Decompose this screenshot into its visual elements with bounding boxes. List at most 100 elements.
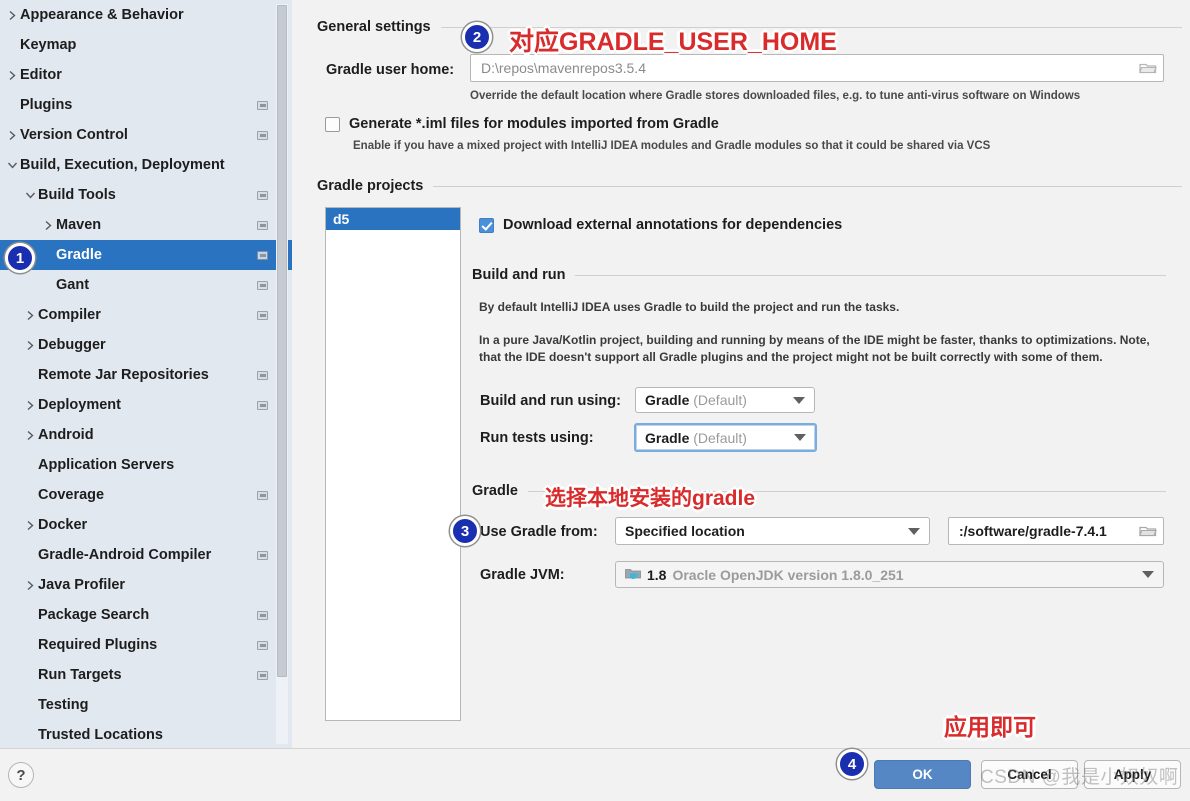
chevron-right-icon[interactable] [40, 220, 56, 231]
sidebar-item-label: Application Servers [38, 457, 292, 473]
sidebar-scrollbar-thumb[interactable] [277, 5, 287, 677]
settings-sync-icon [257, 641, 268, 650]
chevron-right-icon[interactable] [4, 130, 20, 141]
sidebar-item-required-plugins[interactable]: Required Plugins [0, 630, 292, 660]
sidebar-item-label: Deployment [38, 397, 292, 413]
generate-iml-label: Generate *.iml files for modules importe… [349, 116, 719, 132]
sidebar-item-plugins[interactable]: Plugins [0, 90, 292, 120]
annotation-marker-3: 3 [450, 516, 480, 546]
download-annotations-label: Download external annotations for depend… [503, 217, 842, 233]
settings-sync-icon [257, 191, 268, 200]
project-name: d5 [333, 211, 349, 227]
sidebar-item-version-control[interactable]: Version Control [0, 120, 292, 150]
chevron-right-icon[interactable] [22, 310, 38, 321]
generate-iml-checkbox-row[interactable]: Generate *.iml files for modules importe… [325, 116, 719, 132]
settings-sync-icon [257, 401, 268, 410]
sidebar-item-application-servers[interactable]: Application Servers [0, 450, 292, 480]
sidebar-item-gradle-android-compiler[interactable]: Gradle-Android Compiler [0, 540, 292, 570]
gradle-user-home-input[interactable]: D:\repos\mavenrepos3.5.4 [470, 54, 1164, 82]
folder-icon[interactable] [1139, 524, 1157, 538]
chevron-down-icon[interactable] [908, 528, 920, 535]
settings-sync-icon [257, 101, 268, 110]
section-divider [575, 275, 1166, 276]
chevron-down-icon[interactable] [4, 161, 20, 170]
sidebar-item-trusted-locations[interactable]: Trusted Locations [0, 720, 292, 748]
chevron-down-icon[interactable] [22, 191, 38, 200]
sidebar-item-editor[interactable]: Editor [0, 60, 292, 90]
settings-main-panel: General settings Gradle user home: D:\re… [292, 0, 1190, 748]
chevron-right-icon[interactable] [22, 520, 38, 531]
generate-iml-hint: Enable if you have a mixed project with … [353, 140, 990, 152]
use-gradle-from-dropdown[interactable]: Specified location [615, 517, 930, 545]
gradle-home-path-input[interactable]: :/software/gradle-7.4.1 [948, 517, 1164, 545]
settings-sync-icon [257, 281, 268, 290]
annotation-note-apply: 应用即可 [944, 708, 1036, 742]
sidebar-item-remote-jar-repositories[interactable]: Remote Jar Repositories [0, 360, 292, 390]
general-settings-title: General settings [317, 19, 431, 35]
folder-icon[interactable] [1139, 61, 1157, 75]
sidebar-item-gant[interactable]: Gant [0, 270, 292, 300]
chevron-right-icon[interactable] [22, 430, 38, 441]
annotation-note-use-gradle-from: 选择本地安装的gradle [545, 482, 755, 512]
download-annotations-checkbox[interactable] [479, 218, 494, 233]
ok-button[interactable]: OK [874, 760, 971, 789]
sidebar-item-label: Build, Execution, Deployment [20, 157, 292, 173]
section-divider [433, 186, 1182, 187]
sidebar-item-label: Remote Jar Repositories [38, 367, 292, 383]
chevron-down-icon[interactable] [793, 397, 805, 404]
settings-sync-icon [257, 131, 268, 140]
sidebar-item-run-targets[interactable]: Run Targets [0, 660, 292, 690]
sidebar-item-compiler[interactable]: Compiler [0, 300, 292, 330]
settings-sync-icon [257, 311, 268, 320]
sidebar-item-label: Coverage [38, 487, 292, 503]
sidebar-item-maven[interactable]: Maven [0, 210, 292, 240]
sidebar-item-build-execution-deployment[interactable]: Build, Execution, Deployment [0, 150, 292, 180]
run-tests-dropdown[interactable]: Gradle (Default) [634, 423, 817, 452]
sidebar-item-label: Java Profiler [38, 577, 292, 593]
sidebar-item-build-tools[interactable]: Build Tools [0, 180, 292, 210]
sidebar-item-testing[interactable]: Testing [0, 690, 292, 720]
gradle-home-path-value: :/software/gradle-7.4.1 [959, 523, 1139, 539]
sidebar-item-debugger[interactable]: Debugger [0, 330, 292, 360]
build-and-run-header: Build and run [472, 267, 1166, 283]
sidebar-item-gradle[interactable]: Gradle [0, 240, 292, 270]
sidebar-item-java-profiler[interactable]: Java Profiler [0, 570, 292, 600]
sidebar-item-android[interactable]: Android [0, 420, 292, 450]
chevron-right-icon[interactable] [22, 340, 38, 351]
sidebar-item-label: Run Targets [38, 667, 292, 683]
download-annotations-row[interactable]: Download external annotations for depend… [479, 217, 842, 233]
sidebar-item-coverage[interactable]: Coverage [0, 480, 292, 510]
sidebar-item-label: Compiler [38, 307, 292, 323]
use-gradle-from-label: Use Gradle from: [480, 524, 598, 540]
chevron-right-icon[interactable] [4, 10, 20, 21]
run-tests-value: Gradle (Default) [645, 430, 794, 446]
sidebar-item-label: Testing [38, 697, 292, 713]
chevron-right-icon[interactable] [22, 580, 38, 591]
annotation-marker-4: 4 [837, 749, 867, 779]
sidebar-item-deployment[interactable]: Deployment [0, 390, 292, 420]
chevron-right-icon[interactable] [22, 400, 38, 411]
settings-sidebar[interactable]: Appearance & BehaviorKeymapEditorPlugins… [0, 0, 292, 748]
sidebar-item-label: Trusted Locations [38, 727, 292, 743]
run-tests-label: Run tests using: [480, 430, 594, 446]
settings-dialog: Appearance & BehaviorKeymapEditorPlugins… [0, 0, 1190, 801]
sidebar-item-package-search[interactable]: Package Search [0, 600, 292, 630]
chevron-right-icon[interactable] [4, 70, 20, 81]
gradle-projects-list[interactable]: d5 [325, 207, 461, 721]
gradle-jvm-dropdown[interactable]: 1.8 Oracle OpenJDK version 1.8.0_251 [615, 561, 1164, 588]
gradle-jvm-label: Gradle JVM: [480, 567, 565, 583]
sidebar-item-label: Android [38, 427, 292, 443]
gradle-projects-header: Gradle projects [317, 178, 1182, 194]
generate-iml-checkbox[interactable] [325, 117, 340, 132]
build-using-dropdown[interactable]: Gradle (Default) [635, 387, 815, 413]
build-and-run-title: Build and run [472, 267, 565, 283]
sidebar-item-docker[interactable]: Docker [0, 510, 292, 540]
sidebar-item-keymap[interactable]: Keymap [0, 30, 292, 60]
chevron-down-icon[interactable] [794, 434, 806, 441]
build-and-run-paragraph-2: In a pure Java/Kotlin project, building … [479, 332, 1166, 366]
list-item[interactable]: d5 [326, 208, 460, 230]
chevron-down-icon[interactable] [1142, 571, 1154, 578]
sidebar-item-appearance-behavior[interactable]: Appearance & Behavior [0, 0, 292, 30]
settings-sync-icon [257, 371, 268, 380]
help-button[interactable]: ? [8, 762, 34, 788]
